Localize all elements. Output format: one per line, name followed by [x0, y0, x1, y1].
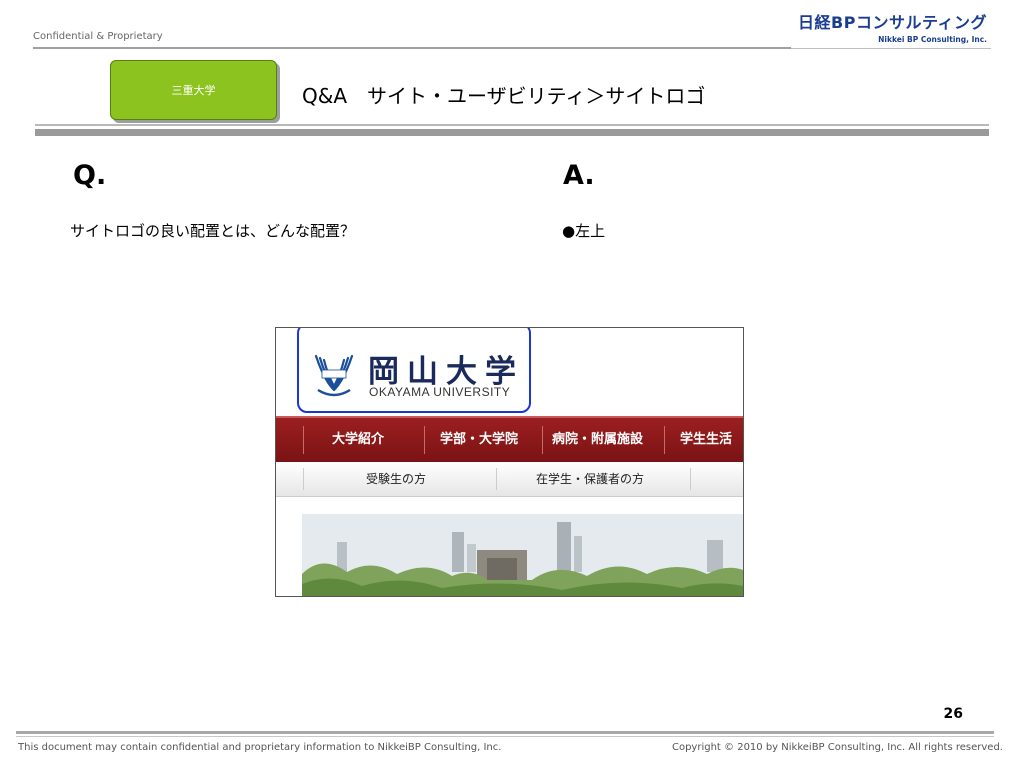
logo-highlight-box: [297, 328, 531, 413]
slide-title: Q&A サイト・ユーザビリティ＞サイトロゴ: [302, 84, 706, 108]
nav-divider: [424, 426, 425, 454]
site-sub-nav: 受験生の方 在学生・保護者の方: [276, 462, 743, 497]
header-divider: [33, 47, 791, 49]
campus-skyline-image: [302, 514, 743, 596]
footer-copyright: Copyright © 2010 by NikkeiBP Consulting,…: [671, 742, 1003, 753]
answer-heading: A.: [563, 160, 595, 191]
subnav-divider: [690, 468, 691, 490]
brand-name-jp: 日経BPコンサルティング: [798, 13, 987, 32]
nav-item-student-life[interactable]: 学生生活: [680, 418, 732, 462]
nav-divider: [664, 426, 665, 454]
brand-name-en: Nikkei BP Consulting, Inc.: [878, 35, 987, 44]
subnav-item-students-parents[interactable]: 在学生・保護者の方: [536, 470, 644, 487]
site-header: 岡山大学 OKAYAMA UNIVERSITY: [276, 328, 743, 416]
nav-item-about[interactable]: 大学紹介: [332, 418, 384, 462]
question-heading: Q.: [73, 160, 107, 191]
answer-text: ●左上: [562, 222, 606, 240]
question-text: サイトロゴの良い配置とは、どんな配置？: [70, 222, 356, 240]
header-divider-right: [791, 48, 991, 49]
brand-logo: 日経BPコンサルティング Nikkei BP Consulting, Inc.: [798, 9, 987, 44]
footer-divider: [16, 731, 994, 734]
campus-photo: [302, 514, 743, 596]
subnav-divider: [496, 468, 497, 490]
website-screenshot: 岡山大学 OKAYAMA UNIVERSITY 大学紹介 学部・大学院 病院・附…: [275, 327, 744, 597]
footer-divider-thin: [16, 736, 994, 737]
subnav-item-applicants[interactable]: 受験生の方: [366, 470, 426, 487]
site-main-nav: 大学紹介 学部・大学院 病院・附属施設 学生生活: [276, 416, 743, 462]
subnav-divider: [303, 468, 304, 490]
nav-divider: [303, 426, 304, 454]
title-divider-thin: [35, 124, 989, 126]
page-number: 26: [943, 706, 963, 722]
university-badge: 三重大学: [110, 60, 277, 120]
nav-item-hospital[interactable]: 病院・附属施設: [552, 418, 643, 462]
footer-disclaimer: This document may contain confidential a…: [18, 742, 502, 753]
nav-divider: [542, 426, 543, 454]
title-divider-thick: [35, 129, 989, 136]
confidential-label: Confidential & Proprietary: [33, 31, 163, 42]
nav-item-faculties[interactable]: 学部・大学院: [440, 418, 518, 462]
